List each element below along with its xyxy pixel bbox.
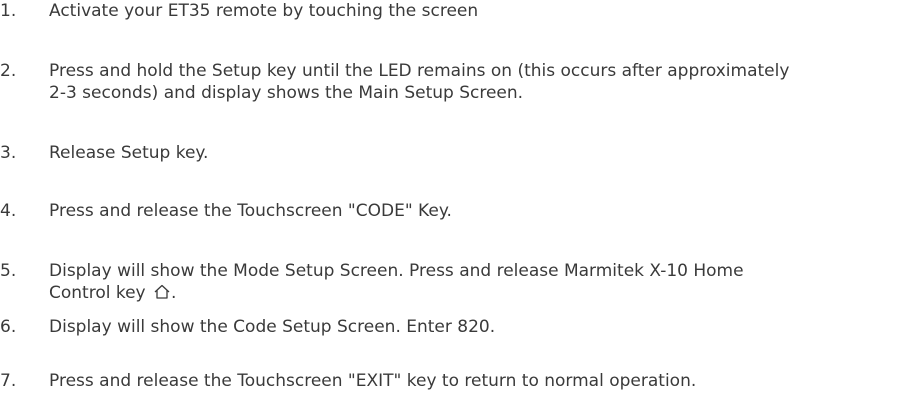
step-text: Activate your ET35 remote by touching th… (49, 0, 919, 22)
step-text: Press and release the Touchscreen "CODE"… (49, 200, 919, 222)
step-text: Press and release the Touchscreen "EXIT"… (49, 370, 919, 392)
step-line-with-icon: Control key . (49, 282, 919, 304)
step-number: 4. (0, 201, 17, 221)
home-icon (153, 284, 171, 299)
step-line: Control key (49, 283, 146, 303)
step-line: Press and release the Touchscreen "CODE"… (49, 201, 452, 221)
step-line: Release Setup key. (49, 143, 209, 163)
step-number: 1. (0, 1, 17, 21)
step-line: Press and release the Touchscreen "EXIT"… (49, 371, 697, 391)
step-text: Display will show the Mode Setup Screen.… (49, 260, 919, 304)
step-line: Display will show the Mode Setup Screen.… (49, 261, 744, 281)
step-line: 2-3 seconds) and display shows the Main … (49, 83, 524, 103)
step-number: 5. (0, 261, 17, 281)
step-text: Display will show the Code Setup Screen.… (49, 316, 919, 338)
step-number: 3. (0, 143, 17, 163)
step-number: 2. (0, 61, 17, 81)
step-line: Press and hold the Setup key until the L… (49, 61, 790, 81)
step-line: Activate your ET35 remote by touching th… (49, 1, 479, 21)
step-number: 6. (0, 317, 17, 337)
step-line-trailing: . (171, 283, 177, 303)
step-text: Release Setup key. (49, 142, 919, 164)
step-text: Press and hold the Setup key until the L… (49, 60, 919, 104)
step-number: 7. (0, 371, 17, 391)
step-line: Display will show the Code Setup Screen.… (49, 317, 496, 337)
